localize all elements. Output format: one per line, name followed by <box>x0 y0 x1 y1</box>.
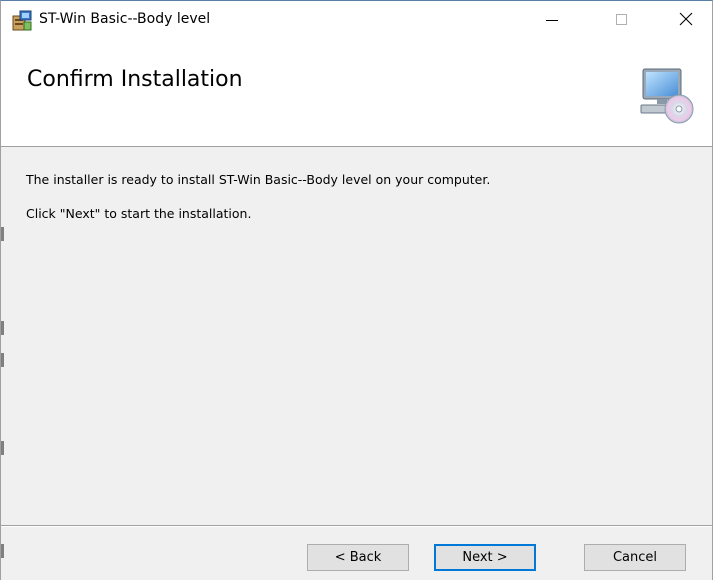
installer-app-icon <box>11 10 33 32</box>
edge-mark <box>1 353 4 367</box>
instruction-message: Click "Next" to start the installation. <box>26 206 252 221</box>
button-separator <box>1 525 712 527</box>
computer-cd-icon <box>639 65 695 125</box>
minimize-button[interactable] <box>529 1 575 39</box>
cancel-button[interactable]: Cancel <box>584 544 686 571</box>
title-bar[interactable]: ST-Win Basic--Body level <box>1 1 712 39</box>
ready-message: The installer is ready to install ST-Win… <box>26 172 491 187</box>
page-title: Confirm Installation <box>27 67 243 92</box>
minimize-icon <box>546 11 558 30</box>
edge-mark <box>1 544 4 558</box>
content-area: The installer is ready to install ST-Win… <box>1 147 712 525</box>
header-banner: Confirm Installation <box>1 39 712 147</box>
edge-mark <box>1 441 4 455</box>
window-title: ST-Win Basic--Body level <box>39 11 211 27</box>
back-button[interactable]: < Back <box>307 544 409 571</box>
close-button[interactable] <box>663 1 709 39</box>
edge-mark <box>1 227 4 241</box>
next-button[interactable]: Next > <box>434 544 536 571</box>
edge-mark <box>1 321 4 335</box>
installer-window: ST-Win Basic--Body level Confirm Install… <box>0 0 713 580</box>
maximize-button[interactable] <box>599 1 645 39</box>
close-icon <box>679 11 693 30</box>
maximize-icon <box>616 11 628 30</box>
